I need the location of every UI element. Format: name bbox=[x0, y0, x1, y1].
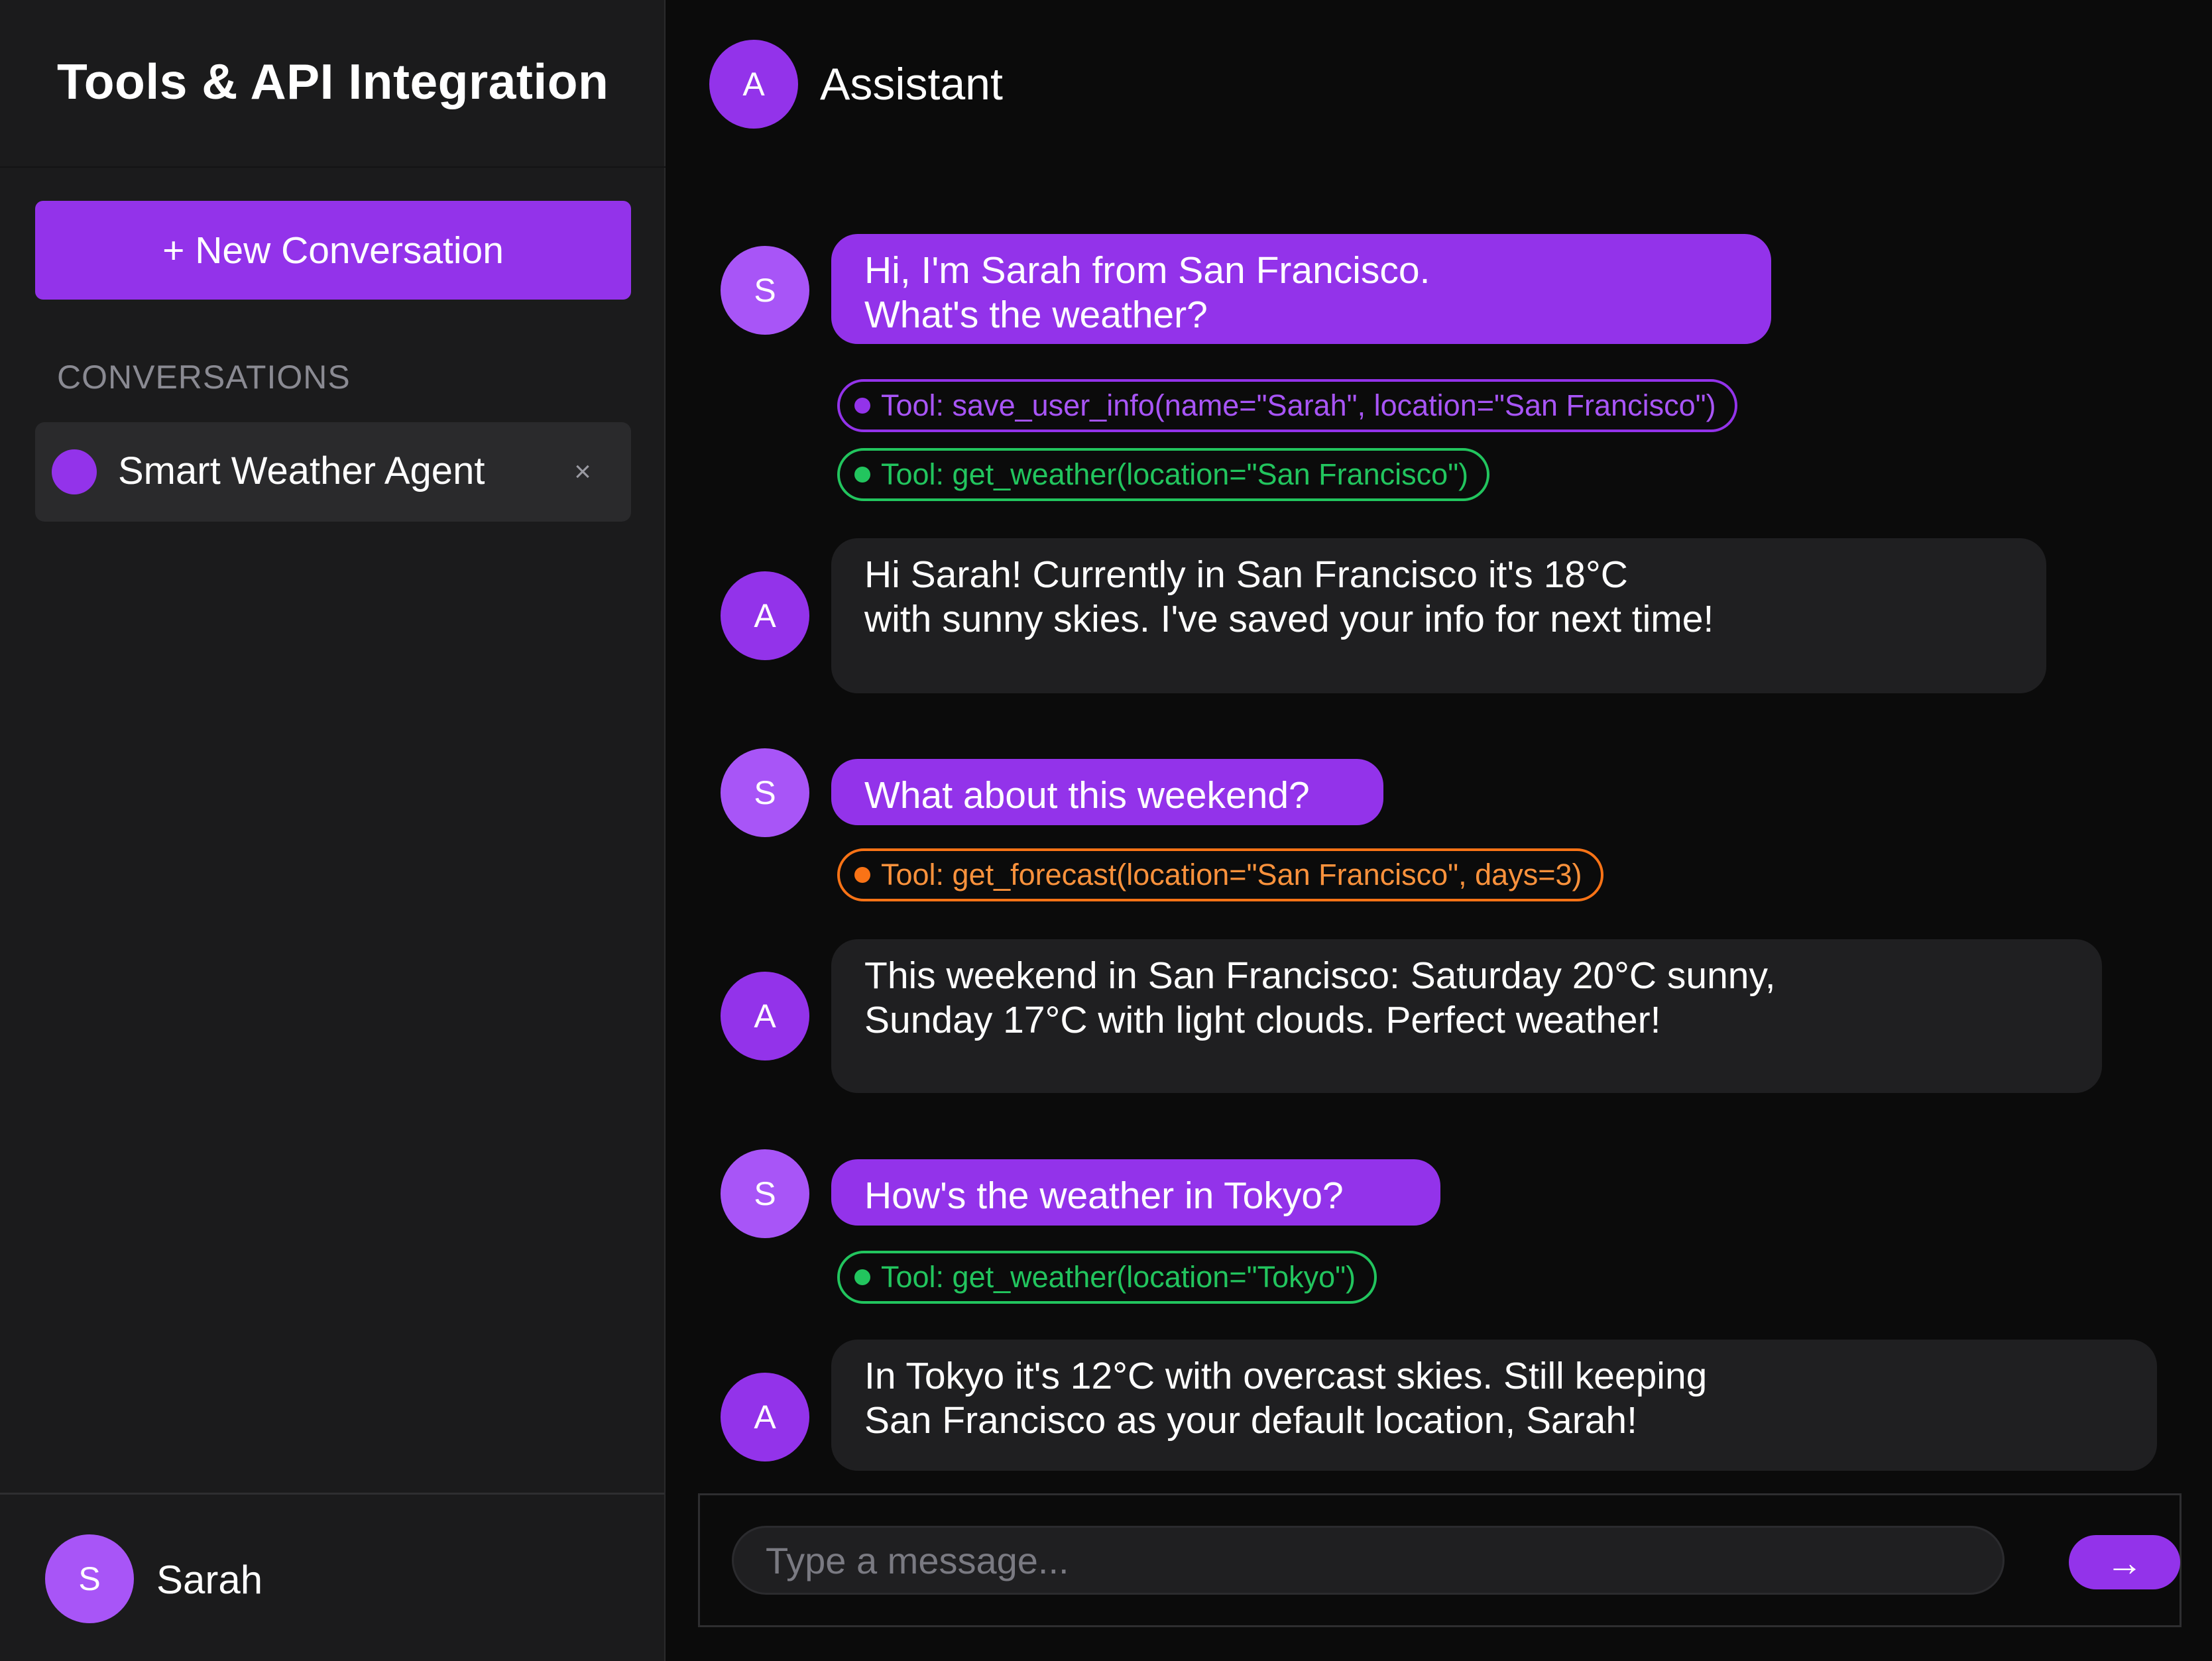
user-message-bubble: How's the weather in Tokyo? bbox=[831, 1159, 1440, 1226]
assistant-avatar: A bbox=[709, 40, 798, 129]
sidebar-header: Tools & API Integration bbox=[0, 0, 666, 168]
user-avatar: S bbox=[721, 1149, 809, 1238]
tool-call-label: Tool: save_user_info(name="Sarah", locat… bbox=[881, 388, 1716, 422]
conversation-dot-icon bbox=[52, 449, 97, 494]
assistant-avatar: A bbox=[721, 571, 809, 660]
chat-header: A Assistant bbox=[666, 0, 2212, 168]
message-input[interactable] bbox=[732, 1526, 2005, 1595]
assistant-avatar: A bbox=[721, 1373, 809, 1461]
send-button[interactable]: → bbox=[2069, 1535, 2180, 1589]
assistant-message-bubble: Hi Sarah! Currently in San Francisco it'… bbox=[831, 538, 2046, 693]
chat-title: Assistant bbox=[820, 59, 1003, 109]
tool-call-chip: Tool: get_forecast(location="San Francis… bbox=[837, 848, 1603, 901]
tool-status-dot-icon bbox=[854, 398, 870, 414]
tool-call-chip: Tool: get_weather(location="Tokyo") bbox=[837, 1251, 1377, 1304]
tool-call-chip: Tool: save_user_info(name="Sarah", locat… bbox=[837, 379, 1737, 432]
close-icon[interactable]: × bbox=[566, 455, 599, 488]
user-avatar: S bbox=[721, 748, 809, 837]
user-avatar[interactable]: S bbox=[45, 1534, 134, 1623]
conversation-label: Smart Weather Agent bbox=[118, 449, 485, 492]
tool-status-dot-icon bbox=[854, 867, 870, 883]
tool-call-label: Tool: get_weather(location="Tokyo") bbox=[881, 1260, 1356, 1294]
tool-status-dot-icon bbox=[854, 1269, 870, 1285]
tool-call-label: Tool: get_weather(location="San Francisc… bbox=[881, 457, 1469, 491]
user-profile-bar: S Sarah bbox=[0, 1493, 664, 1661]
user-avatar: S bbox=[721, 246, 809, 335]
conversations-section-label: CONVERSATIONS bbox=[57, 359, 351, 396]
user-name: Sarah bbox=[156, 1558, 263, 1602]
chat-panel: A Assistant S Hi, I'm Sarah from San Fra… bbox=[666, 0, 2212, 1661]
arrow-right-icon: → bbox=[2106, 1541, 2143, 1583]
message-composer: → bbox=[698, 1493, 2182, 1627]
tool-call-label: Tool: get_forecast(location="San Francis… bbox=[881, 858, 1582, 891]
user-message-bubble: What about this weekend? bbox=[831, 759, 1383, 825]
tool-call-chip: Tool: get_weather(location="San Francisc… bbox=[837, 448, 1490, 501]
new-conversation-button[interactable]: + New Conversation bbox=[35, 201, 631, 300]
sidebar: Tools & API Integration + New Conversati… bbox=[0, 0, 666, 1661]
conversation-item-smart-weather-agent[interactable]: Smart Weather Agent × bbox=[35, 422, 631, 522]
app-window: Tools & API Integration + New Conversati… bbox=[0, 0, 2212, 1661]
assistant-message-bubble: This weekend in San Francisco: Saturday … bbox=[831, 939, 2102, 1093]
tool-status-dot-icon bbox=[854, 467, 870, 483]
app-title: Tools & API Integration bbox=[57, 54, 609, 109]
assistant-avatar: A bbox=[721, 972, 809, 1060]
assistant-message-bubble: In Tokyo it's 12°C with overcast skies. … bbox=[831, 1340, 2157, 1471]
user-message-bubble: Hi, I'm Sarah from San Francisco. What's… bbox=[831, 234, 1771, 344]
